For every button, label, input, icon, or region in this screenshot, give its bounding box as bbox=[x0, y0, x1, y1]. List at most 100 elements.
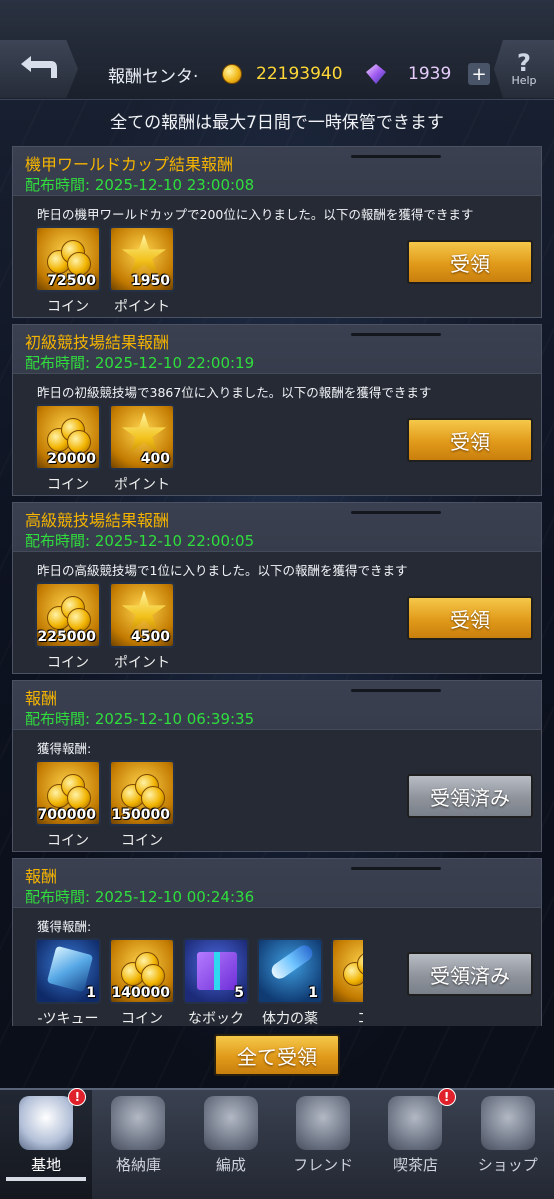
coin-pile-icon: 150000 bbox=[109, 760, 175, 826]
card-tab-marker bbox=[351, 333, 441, 336]
item-quantity: 1 bbox=[308, 985, 318, 1001]
reward-card: 報酬 配布時間: 2025-12-10 06:39:35 獲得報酬: 700000 コイ… bbox=[12, 680, 542, 852]
item-quantity: 1950 bbox=[131, 273, 170, 289]
reward-list[interactable]: 機甲ワールドカップ結果報酬配布時間: 2025-12-10 23:00:08 昨日… bbox=[12, 146, 544, 1026]
reward-item[interactable]: 140000 コイン bbox=[109, 938, 175, 1026]
nav-label: ショップ bbox=[477, 1156, 538, 1174]
item-name: コイン bbox=[47, 833, 89, 849]
distribution-time: 配布時間: 2025-12-10 23:00:08 bbox=[25, 176, 255, 194]
reward-item[interactable]: 4500 ポイント bbox=[109, 582, 175, 672]
coin-pile-icon: 700000 bbox=[35, 760, 101, 826]
nav-item-0[interactable]: 基地! bbox=[0, 1088, 93, 1199]
item-name: ポイント bbox=[114, 477, 170, 493]
gem-count: 1939 bbox=[408, 64, 452, 84]
reward-item[interactable]: 1950 ポイント bbox=[109, 226, 175, 316]
reward-items: 700000 コイン 150000 コイン bbox=[35, 760, 183, 850]
page-title: 報酬センタ· bbox=[108, 67, 199, 87]
distribution-time: 配布時間: 2025-12-10 06:39:35 bbox=[25, 710, 255, 728]
claim-button[interactable]: 受領 bbox=[407, 596, 533, 640]
star-icon: 4500 bbox=[109, 582, 175, 648]
reward-item[interactable]: 20000 コイン bbox=[35, 404, 101, 494]
coin-pile-icon: 140000 bbox=[109, 938, 175, 1004]
item-name: コ bbox=[331, 1008, 363, 1026]
card-tab-marker bbox=[351, 155, 441, 158]
coin-stack-art bbox=[121, 770, 165, 810]
reward-title: 初級競技場結果報酬 bbox=[25, 333, 170, 352]
item-quantity: 4500 bbox=[131, 629, 170, 645]
nav-label: 喫茶店 bbox=[392, 1156, 438, 1174]
reward-item[interactable]: 225000 コイン bbox=[35, 582, 101, 672]
reward-card: 初級競技場結果報酬 配布時間: 2025-12-10 22:00:19 昨日の初級競… bbox=[12, 324, 542, 496]
item-name: ポイント bbox=[114, 299, 170, 315]
card-tab-marker bbox=[351, 511, 441, 514]
reward-item[interactable]: 150 コ bbox=[331, 938, 363, 1026]
helmet-icon bbox=[203, 1096, 258, 1150]
coin-pile-icon: 72500 bbox=[35, 226, 101, 292]
handshake-icon bbox=[296, 1096, 351, 1150]
reward-item[interactable]: 400 ポイント bbox=[109, 404, 175, 494]
reward-title: 高級競技場結果報酬 bbox=[25, 511, 170, 530]
claim-button[interactable]: 受領 bbox=[407, 240, 533, 284]
distribution-time: 配布時間: 2025-12-10 00:24:36 bbox=[25, 888, 255, 906]
cafe-icon bbox=[388, 1096, 443, 1150]
vial-art bbox=[268, 942, 316, 982]
reward-card: 報酬 配布時間: 2025-12-10 00:24:36 獲得報酬: 1 -ツキュー 14… bbox=[12, 858, 542, 1026]
notification-badge: ! bbox=[68, 1088, 87, 1106]
claim-all-button[interactable]: 全て受領 bbox=[214, 1034, 340, 1076]
nav-item-3[interactable]: フレンド bbox=[277, 1090, 369, 1199]
item-name: 体力の薬 bbox=[262, 1011, 318, 1026]
nav-label: 基地 bbox=[31, 1156, 62, 1174]
nav-item-4[interactable]: 喫茶店! bbox=[369, 1088, 461, 1199]
item-name: なボック bbox=[188, 1011, 244, 1026]
item-quantity: 1 bbox=[86, 985, 96, 1001]
add-gems-button[interactable]: + bbox=[468, 63, 490, 85]
item-quantity: 150000 bbox=[111, 807, 170, 823]
reward-item[interactable]: 1 -ツキュー bbox=[35, 938, 101, 1026]
star-icon: 400 bbox=[109, 404, 175, 470]
item-quantity: 72500 bbox=[47, 273, 96, 289]
item-name: ポイント bbox=[114, 655, 170, 671]
nav-item-2[interactable]: 編成 bbox=[185, 1090, 277, 1199]
reward-title: 機甲ワールドカップ結果報酬 bbox=[25, 155, 234, 174]
currency-bar: 22193940 1939 + bbox=[222, 60, 502, 88]
reward-items: 1 -ツキュー 140000 コイン 5 なボック 1 体力の薬 150 コ bbox=[35, 938, 363, 1026]
coin-pile-icon: 150 bbox=[331, 938, 363, 1004]
star-icon: 1950 bbox=[109, 226, 175, 292]
reward-description: 獲得報酬: bbox=[37, 919, 92, 934]
help-icon: ? bbox=[517, 48, 531, 77]
stamina-vial-icon: 1 bbox=[257, 938, 323, 1004]
reward-body: 昨日の初級競技場で3867位に入りました。以下の報酬を獲得できます 20000 コイ… bbox=[13, 373, 541, 495]
item-name: コイン bbox=[47, 477, 89, 493]
coin-stack-art bbox=[121, 948, 165, 988]
claim-button[interactable]: 受領 bbox=[407, 418, 533, 462]
reward-item[interactable]: 700000 コイン bbox=[35, 760, 101, 850]
reward-item[interactable]: 5 なボック bbox=[183, 938, 249, 1026]
coin-stack-art bbox=[343, 948, 363, 988]
claimed-button[interactable]: 受領済み bbox=[407, 952, 533, 996]
reward-card: 高級競技場結果報酬 配布時間: 2025-12-10 22:00:05 昨日の高級競… bbox=[12, 502, 542, 674]
notification-badge: ! bbox=[437, 1088, 456, 1106]
hangar-icon bbox=[111, 1096, 166, 1150]
reward-item[interactable]: 150000 コイン bbox=[109, 760, 175, 850]
reward-item[interactable]: 1 体力の薬 bbox=[257, 938, 323, 1026]
base-emblem-icon bbox=[19, 1096, 74, 1150]
reward-item[interactable]: 72500 コイン bbox=[35, 226, 101, 316]
coin-stack-art bbox=[47, 770, 91, 810]
shop-icon bbox=[480, 1096, 535, 1150]
reward-description: 獲得報酬: bbox=[37, 741, 92, 756]
coin-count: 22193940 bbox=[256, 64, 343, 84]
reward-card: 機甲ワールドカップ結果報酬 配布時間: 2025-12-10 23:00:08 昨日… bbox=[12, 146, 542, 318]
nav-item-5[interactable]: ショップ bbox=[462, 1090, 554, 1199]
item-name: コイン bbox=[47, 655, 89, 671]
claimed-button[interactable]: 受領済み bbox=[407, 774, 533, 818]
coin-pile-icon: 225000 bbox=[35, 582, 101, 648]
star-art bbox=[121, 412, 167, 453]
nav-label: 格納庫 bbox=[115, 1156, 161, 1174]
help-button[interactable]: ? Help bbox=[494, 40, 554, 98]
coin-pile-icon: 20000 bbox=[35, 404, 101, 470]
reward-body: 獲得報酬: 700000 コイン 150000 コイン 受領済み bbox=[13, 729, 541, 851]
item-quantity: 20000 bbox=[47, 451, 96, 467]
back-button[interactable] bbox=[0, 40, 78, 98]
item-name: コイン bbox=[121, 1011, 163, 1026]
nav-item-1[interactable]: 格納庫 bbox=[92, 1090, 184, 1199]
